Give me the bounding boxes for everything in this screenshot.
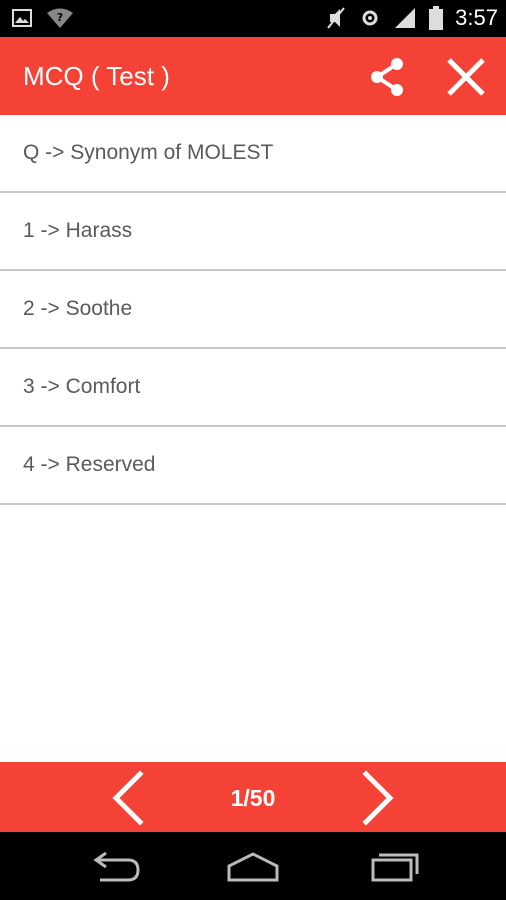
option-label: 4 -> Reserved bbox=[23, 453, 156, 476]
wifi-question-icon: ? bbox=[46, 7, 74, 29]
status-bar: ? 3:57 bbox=[0, 0, 506, 37]
page-title: MCQ ( Test ) bbox=[23, 61, 170, 91]
option-label: 2 -> Soothe bbox=[23, 297, 133, 320]
app-bar: MCQ ( Test ) bbox=[0, 37, 506, 115]
question-row: Q -> Synonym of MOLEST bbox=[0, 115, 506, 193]
sync-icon bbox=[359, 7, 381, 29]
close-icon bbox=[447, 58, 485, 96]
image-icon bbox=[12, 8, 32, 28]
option-row-2[interactable]: 2 -> Soothe bbox=[0, 271, 506, 349]
battery-icon bbox=[429, 6, 444, 30]
signal-icon bbox=[393, 6, 417, 30]
pager-bar: 1/50 bbox=[0, 762, 506, 832]
back-icon bbox=[93, 851, 140, 882]
close-button[interactable] bbox=[443, 54, 489, 100]
question-text: Q -> Synonym of MOLEST bbox=[23, 141, 274, 164]
recent-apps-icon bbox=[371, 853, 419, 882]
share-button[interactable] bbox=[365, 54, 411, 100]
option-row-4[interactable]: 4 -> Reserved bbox=[0, 427, 506, 505]
mute-icon bbox=[325, 6, 347, 30]
home-icon bbox=[227, 852, 279, 882]
recent-apps-button[interactable] bbox=[367, 848, 423, 884]
system-nav-bar bbox=[0, 832, 506, 900]
mcq-list: Q -> Synonym of MOLEST 1 -> Harass 2 -> … bbox=[0, 115, 506, 505]
option-label: 3 -> Comfort bbox=[23, 375, 141, 398]
svg-text:?: ? bbox=[57, 11, 63, 24]
home-button[interactable] bbox=[225, 850, 281, 884]
next-button[interactable] bbox=[356, 770, 400, 826]
option-row-1[interactable]: 1 -> Harass bbox=[0, 193, 506, 271]
back-button[interactable] bbox=[86, 850, 142, 884]
option-row-3[interactable]: 3 -> Comfort bbox=[0, 349, 506, 427]
page-indicator: 1/50 bbox=[230, 785, 276, 811]
chevron-right-icon bbox=[362, 770, 394, 826]
option-label: 1 -> Harass bbox=[23, 219, 133, 242]
previous-button[interactable] bbox=[106, 770, 150, 826]
status-time: 3:57 bbox=[455, 5, 498, 30]
share-icon bbox=[371, 58, 403, 96]
chevron-left-icon bbox=[112, 770, 144, 826]
